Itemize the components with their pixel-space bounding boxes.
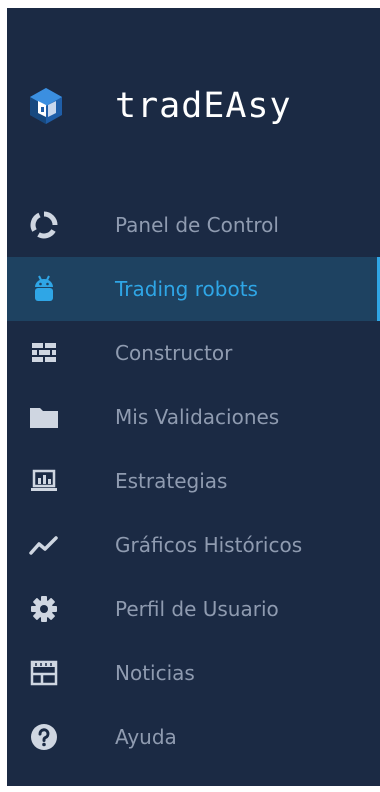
laptop-chart-icon xyxy=(27,464,61,498)
brand[interactable]: tradEAsy xyxy=(7,81,380,131)
nav-item-label: Mis Validaciones xyxy=(115,405,280,429)
nav-item-label: Ayuda xyxy=(115,725,177,749)
bricks-icon xyxy=(27,336,61,370)
nav-item-label: Constructor xyxy=(115,341,233,365)
nav-item-trading-robots[interactable]: Trading robots xyxy=(7,257,380,321)
nav-item-panel-de-control[interactable]: Panel de Control xyxy=(7,193,380,257)
brand-name: tradEAsy xyxy=(115,86,292,126)
newspaper-icon xyxy=(27,656,61,690)
sidebar: tradEAsy Panel de Control Trading robots… xyxy=(7,8,380,786)
folder-icon xyxy=(27,400,61,434)
nav-item-perfil-de-usuario[interactable]: Perfil de Usuario xyxy=(7,577,380,641)
nav-menu: Panel de Control Trading robots Construc… xyxy=(7,193,380,769)
nav-item-ayuda[interactable]: Ayuda xyxy=(7,705,380,769)
help-circle-icon xyxy=(27,720,61,754)
dashboard-ring-icon xyxy=(27,208,61,242)
line-chart-icon xyxy=(27,528,61,562)
nav-item-label: Trading robots xyxy=(115,277,258,301)
nav-item-label: Panel de Control xyxy=(115,213,279,237)
nav-item-label: Estrategias xyxy=(115,469,228,493)
nav-item-label: Gráficos Históricos xyxy=(115,533,303,557)
nav-item-constructor[interactable]: Constructor xyxy=(7,321,380,385)
gear-icon xyxy=(27,592,61,626)
cube-logo-icon xyxy=(25,85,67,127)
android-robot-icon xyxy=(27,272,61,306)
nav-item-noticias[interactable]: Noticias xyxy=(7,641,380,705)
nav-item-estrategias[interactable]: Estrategias xyxy=(7,449,380,513)
nav-item-graficos-historicos[interactable]: Gráficos Históricos xyxy=(7,513,380,577)
nav-item-label: Perfil de Usuario xyxy=(115,597,279,621)
nav-item-label: Noticias xyxy=(115,661,195,685)
nav-item-mis-validaciones[interactable]: Mis Validaciones xyxy=(7,385,380,449)
